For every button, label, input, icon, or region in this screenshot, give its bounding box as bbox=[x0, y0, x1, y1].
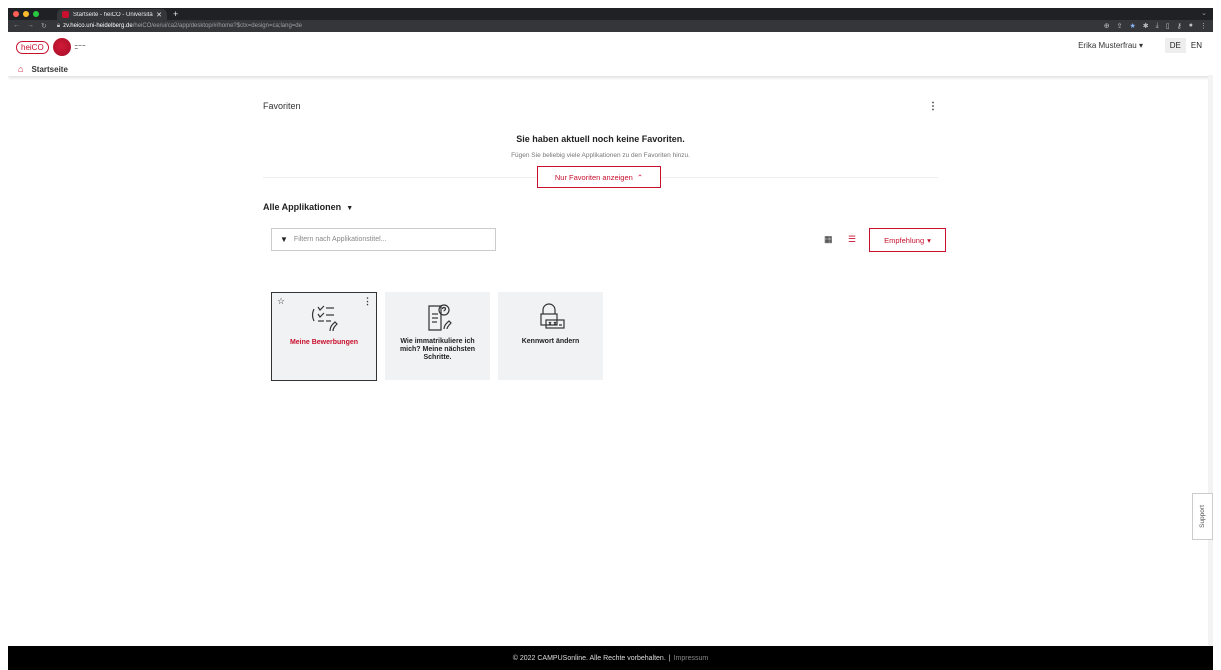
extension-icons: ⊕ ⇪ ★ ✱ ⤓ ▯ ⚷ ● ⋮ bbox=[1104, 22, 1207, 30]
browser-tab-title: Startseite - heiCO - Universitä bbox=[73, 11, 153, 18]
sort-label: Empfehlung bbox=[884, 235, 925, 245]
support-label: Support bbox=[1199, 505, 1206, 528]
applications-checklist-icon bbox=[311, 305, 338, 332]
grid-view-icon[interactable]: ▦ bbox=[824, 234, 833, 245]
app-tile-label: Kennwort ändern bbox=[521, 338, 580, 345]
forward-icon[interactable]: → bbox=[27, 22, 34, 30]
university-wordmark-icon: ▬ ▬ ▬ ▬ bbox=[74, 43, 86, 50]
breadcrumb-home[interactable]: Startseite bbox=[31, 65, 67, 74]
favorites-empty-subtitle: Fügen Sie beliebig viele Applikationen z… bbox=[511, 152, 690, 159]
apps-toolbar: ▼ Filtern nach Applikationstitel... ▦ ☰ … bbox=[263, 228, 946, 252]
top-strip bbox=[0, 0, 1221, 8]
back-icon[interactable]: ← bbox=[13, 22, 20, 30]
lock-icon: 🔒︎ bbox=[56, 22, 61, 29]
favorites-header: Favoriten ⋮ bbox=[263, 101, 938, 112]
url-path: /heiCO/ee/ui/ca2/app/desktop/#/home?$ctx… bbox=[132, 23, 302, 29]
padlock-password-icon bbox=[539, 303, 565, 329]
close-icon[interactable]: ✕ bbox=[156, 11, 162, 19]
all-apps-dropdown[interactable]: Alle Applikationen ▼ bbox=[263, 202, 938, 212]
caret-down-icon: ▾ bbox=[927, 235, 931, 245]
favorites-only-toggle-button[interactable]: Nur Favoriten anzeigen ⌃ bbox=[537, 166, 661, 188]
address-bar-row: ← → ↻ 🔒︎ zv.heico.uni-heidelberg.de/heiC… bbox=[8, 20, 1213, 32]
minimize-window-button[interactable] bbox=[23, 11, 29, 17]
user-menu[interactable]: Erika Musterfrau ▾ bbox=[1078, 41, 1143, 50]
footer-copyright: © 2022 CAMPUSonline. Alle Rechte vorbeha… bbox=[512, 654, 666, 662]
app-tile-change-password[interactable]: Kennwort ändern bbox=[498, 292, 603, 380]
footer-separator: | bbox=[668, 654, 671, 662]
app-tile-label: Meine Bewerbungen bbox=[289, 339, 359, 346]
list-view-icon[interactable]: ☰ bbox=[848, 234, 856, 245]
share-icon[interactable]: ⇪ bbox=[1117, 22, 1123, 30]
user-name: Erika Musterfrau bbox=[1078, 41, 1137, 50]
favorites-more-icon[interactable]: ⋮ bbox=[928, 101, 938, 112]
menu-icon[interactable]: ⋮ bbox=[1200, 22, 1207, 30]
browser-tab[interactable]: Startseite - heiCO - Universitä ✕ bbox=[57, 9, 167, 20]
url-host: zv.heico.uni-heidelberg.de bbox=[63, 23, 133, 29]
filter-input[interactable]: ▼ Filtern nach Applikationstitel... bbox=[271, 228, 496, 251]
favorites-title: Favoriten bbox=[263, 101, 301, 111]
sort-dropdown-button[interactable]: Empfehlung ▾ bbox=[869, 228, 946, 252]
new-tab-icon[interactable]: + bbox=[173, 9, 178, 19]
maximize-window-button[interactable] bbox=[33, 11, 39, 17]
bookmark-star-icon[interactable]: ★ bbox=[1130, 22, 1136, 30]
caret-down-icon: ▾ bbox=[1138, 41, 1143, 50]
logo-text: heiCO bbox=[16, 40, 49, 54]
app-tile-enrollment-guide[interactable]: Wie immatrikuliere ich mich? Meine nächs… bbox=[385, 292, 490, 380]
footer: © 2022 CAMPUSonline. Alle Rechte vorbeha… bbox=[8, 646, 1213, 670]
key-icon[interactable]: ⚷ bbox=[1177, 22, 1182, 30]
chevron-down-icon[interactable]: ⌄ bbox=[1201, 9, 1207, 17]
nav-buttons: ← → ↻ bbox=[13, 22, 47, 30]
reload-icon[interactable]: ↻ bbox=[41, 22, 47, 30]
lang-de-button[interactable]: DE bbox=[1164, 38, 1186, 53]
profile-icon[interactable]: ● bbox=[1189, 22, 1193, 30]
app-tiles: ☆ ⋮ Meine Bewerbungen Wie immatrikuliere… bbox=[271, 292, 603, 381]
favorite-star-icon[interactable]: ☆ bbox=[277, 296, 285, 307]
window-controls bbox=[13, 11, 39, 17]
download-icon[interactable]: ⤓ bbox=[1156, 22, 1159, 30]
chevron-up-icon: ⌃ bbox=[636, 172, 644, 182]
all-apps-title: Alle Applikationen bbox=[263, 202, 342, 212]
scrollbar[interactable] bbox=[1208, 75, 1213, 650]
app-tile-label: Wie immatrikuliere ich mich? Meine nächs… bbox=[399, 338, 476, 361]
impressum-link[interactable]: Impressum bbox=[674, 655, 709, 662]
favorites-empty-title: Sie haben aktuell noch keine Favoriten. bbox=[516, 134, 685, 144]
tile-more-icon[interactable]: ⋮ bbox=[363, 296, 372, 307]
home-icon[interactable]: ⌂ bbox=[18, 64, 23, 74]
app-tile-applications[interactable]: ☆ ⋮ Meine Bewerbungen bbox=[271, 292, 377, 381]
language-switcher: DE EN bbox=[1164, 38, 1207, 53]
filter-icon: ▼ bbox=[280, 235, 288, 244]
zoom-icon[interactable]: ⊕ bbox=[1104, 22, 1110, 30]
caret-down-icon: ▼ bbox=[346, 205, 354, 212]
close-window-button[interactable] bbox=[13, 11, 19, 17]
address-bar[interactable]: 🔒︎ zv.heico.uni-heidelberg.de/heiCO/ee/u… bbox=[57, 23, 302, 30]
main-content: Favoriten ⋮ Sie haben aktuell noch keine… bbox=[263, 101, 946, 252]
sidebar-icon[interactable]: ▯ bbox=[1166, 22, 1170, 30]
filter-placeholder: Filtern nach Applikationstitel... bbox=[293, 236, 387, 243]
heico-logo[interactable]: heiCO ▬ ▬ ▬ ▬ bbox=[16, 38, 89, 56]
favorites-toggle-label: Nur Favoriten anzeigen bbox=[554, 172, 633, 182]
site-header: heiCO ▬ ▬ ▬ ▬ Erika Musterfrau ▾ DE EN bbox=[8, 32, 1213, 62]
document-question-icon bbox=[427, 304, 452, 331]
favicon-icon bbox=[62, 11, 69, 18]
browser-tab-bar: Startseite - heiCO - Universitä ✕ + ⌄ bbox=[8, 8, 1213, 20]
extensions-icon[interactable]: ✱ bbox=[1143, 22, 1149, 30]
breadcrumb: ⌂ Startseite bbox=[8, 62, 1213, 76]
favorites-divider: Nur Favoriten anzeigen ⌃ bbox=[263, 166, 938, 188]
university-seal-icon bbox=[52, 38, 71, 56]
support-button[interactable]: Support bbox=[1192, 493, 1213, 540]
lang-en-button[interactable]: EN bbox=[1186, 38, 1207, 53]
